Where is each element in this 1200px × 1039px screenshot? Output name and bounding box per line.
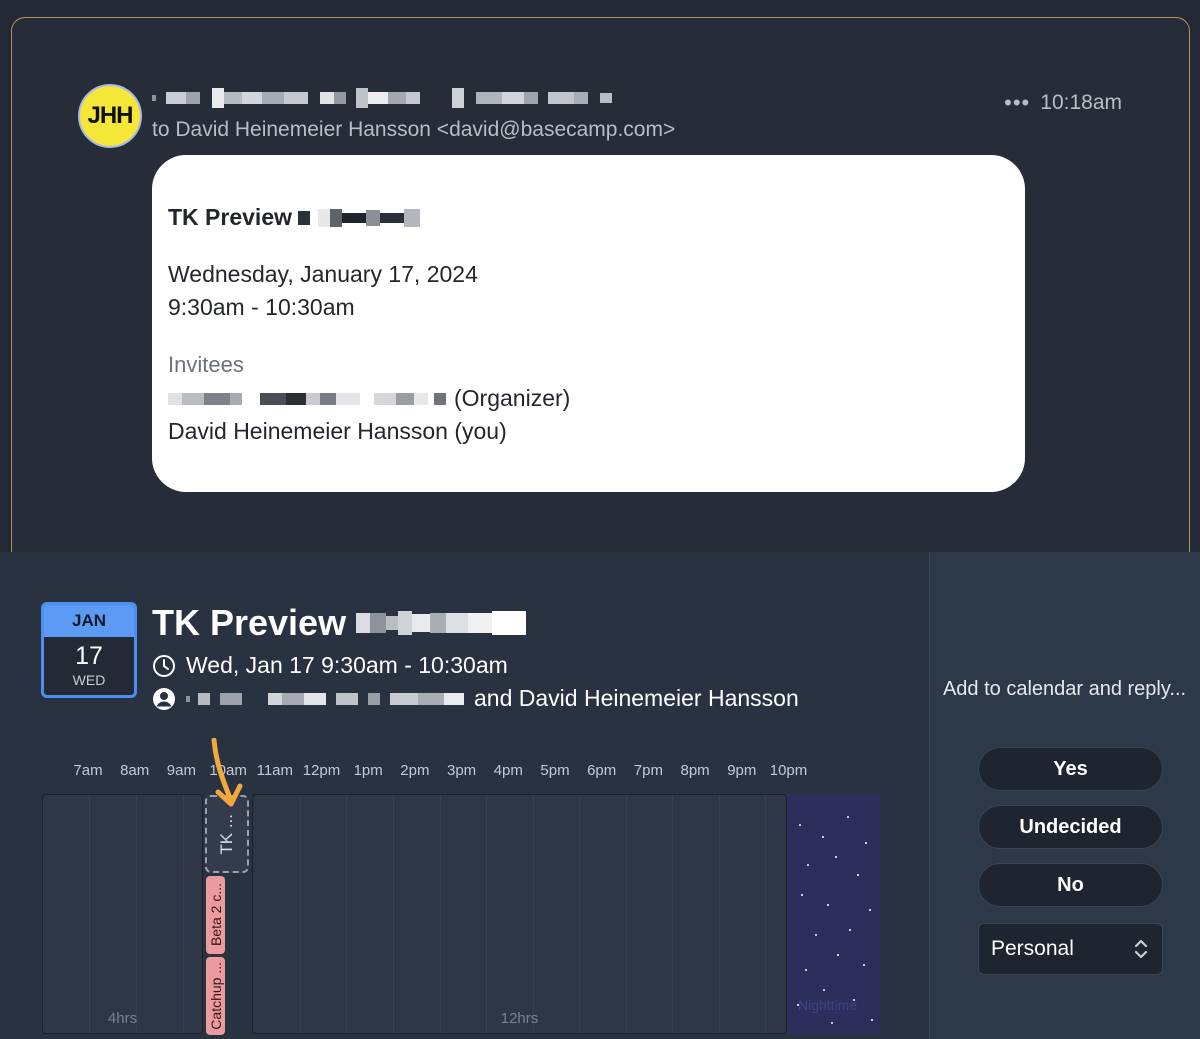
event-attendees: and David Heinemeier Hansson — [152, 685, 799, 712]
badge-weekday: WED — [72, 672, 106, 688]
timeline-free-after: 12hrs — [252, 794, 787, 1034]
invite-details-card: TK Preview Wednesday, January 17, 2024 9… — [152, 155, 1025, 492]
hour-label: 7pm — [633, 762, 663, 779]
invite-title: TK Preview — [168, 204, 420, 231]
clock-icon — [153, 654, 175, 677]
reply-undecided-button[interactable]: Undecided — [978, 805, 1163, 849]
existing-event-beta[interactable]: Beta 2 c... — [206, 876, 225, 954]
calendar-select[interactable]: Personal — [978, 923, 1163, 975]
ellipsis-icon[interactable]: ••• — [1004, 90, 1030, 116]
attendees-redacted — [186, 692, 464, 705]
star — [799, 824, 801, 826]
hour-label: 8pm — [680, 762, 710, 779]
nighttime-label: Nighttime — [798, 997, 858, 1013]
invite-time: 9:30am - 10:30am — [168, 294, 355, 320]
sender-avatar[interactable]: JHH — [78, 84, 142, 148]
event-title-redacted — [356, 611, 527, 635]
hour-label: 4pm — [493, 762, 523, 779]
star — [805, 969, 807, 971]
hour-label: 2pm — [400, 762, 430, 779]
hour-label: 1pm — [353, 762, 383, 779]
badge-month: JAN — [44, 605, 134, 637]
avatar-initials: JHH — [87, 102, 133, 129]
star — [801, 894, 803, 896]
hour-label: 10pm — [769, 762, 808, 779]
invitees-label: Invitees — [168, 352, 244, 377]
star — [823, 989, 825, 991]
hour-label: 8am — [120, 762, 150, 779]
hour-label: 7am — [73, 762, 103, 779]
star — [865, 842, 867, 844]
calendar-date-badge: JAN 17 WED — [41, 602, 137, 698]
star — [857, 874, 859, 876]
message-meta: ••• 10:18am — [1004, 90, 1122, 116]
chevron-updown-icon — [1134, 939, 1148, 959]
event-when: Wed, Jan 17 9:30am - 10:30am — [152, 652, 508, 679]
star — [837, 954, 839, 956]
star — [835, 856, 837, 858]
reply-yes-button[interactable]: Yes — [978, 747, 1163, 791]
invitee-you: David Heinemeier Hansson (you) — [168, 418, 507, 444]
hour-label: 9am — [166, 762, 196, 779]
star — [871, 1019, 873, 1021]
message-time: 10:18am — [1040, 91, 1122, 114]
hour-label: 5pm — [540, 762, 570, 779]
free-before-duration: 4hrs — [107, 1010, 138, 1027]
hour-label: 11am — [256, 762, 294, 779]
event-title: TK Preview — [152, 602, 527, 644]
invitee-organizer: (Organizer) — [168, 385, 570, 412]
calendar-select-value: Personal — [991, 937, 1074, 960]
event-catchup-label: Catchup ... — [207, 962, 224, 1030]
hour-label: 12pm — [302, 762, 341, 779]
reply-prompt: Add to calendar and reply... — [942, 678, 1187, 700]
person-icon — [153, 687, 175, 710]
organizer-name-redacted — [168, 392, 446, 405]
star — [807, 864, 809, 866]
invite-date: Wednesday, January 17, 2024 — [168, 261, 478, 287]
timeline-free-before: 4hrs — [42, 794, 203, 1034]
invite-title-text: TK Preview — [168, 204, 292, 230]
existing-event-catchup[interactable]: Catchup ... — [206, 957, 225, 1035]
hour-label: 9pm — [727, 762, 757, 779]
star — [863, 964, 865, 966]
reply-no-button[interactable]: No — [978, 863, 1163, 907]
attendees-text: and David Heinemeier Hansson — [474, 685, 799, 711]
organizer-suffix: (Organizer) — [454, 385, 571, 411]
star — [827, 904, 829, 906]
recipient-line: to David Heinemeier Hansson <david@basec… — [152, 118, 676, 141]
proposed-event-label: TK ... — [217, 813, 236, 855]
timeline-hour-labels: 7am 8am 9am 10am 11am 12pm 1pm 2pm 3pm 4pm 5pm 6pm 7… — [42, 762, 882, 782]
sender-name-redacted — [152, 88, 612, 108]
star — [815, 934, 817, 936]
hour-label: 3pm — [447, 762, 477, 779]
star — [847, 816, 849, 818]
free-after-duration: 12hrs — [500, 1010, 539, 1027]
star — [849, 929, 851, 931]
hour-label: 6pm — [587, 762, 617, 779]
event-title-text: TK Preview — [152, 602, 347, 643]
calendar-invite-panel: JAN 17 WED TK Preview Wed, Jan 17 9:30am… — [0, 552, 1200, 1039]
event-when-text: Wed, Jan 17 9:30am - 10:30am — [186, 652, 508, 678]
invite-title-redacted — [298, 208, 420, 227]
highlight-arrow-icon — [211, 738, 243, 807]
star — [822, 836, 824, 838]
event-beta-label: Beta 2 c... — [207, 883, 224, 947]
star — [869, 909, 871, 911]
badge-day: 17 — [75, 642, 103, 670]
star — [831, 1022, 833, 1024]
